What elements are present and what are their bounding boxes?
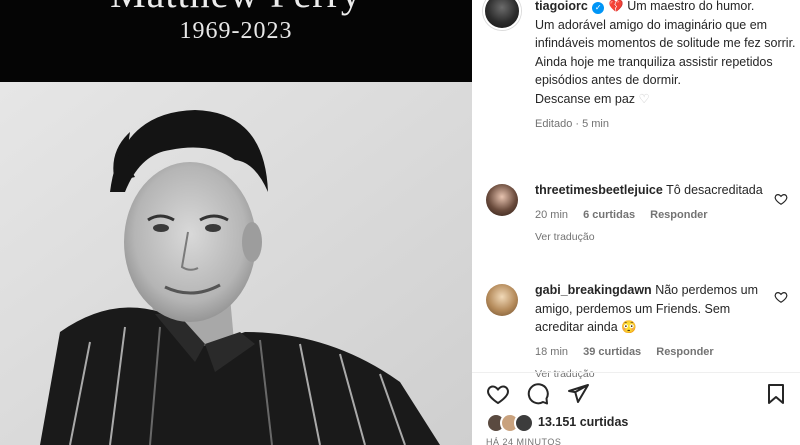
commenter-avatar[interactable]: [486, 284, 518, 316]
comment-heart-icon[interactable]: [774, 192, 788, 206]
author-avatar[interactable]: [483, 0, 521, 30]
comment-heart-icon[interactable]: [774, 290, 788, 304]
comment-meta: 18 min 39 curtidas Responder: [535, 343, 767, 362]
caption-line: Um adorável amigo do imaginário que em i…: [535, 17, 796, 51]
verified-badge-icon: ✓: [592, 2, 605, 14]
portrait-photo: [0, 82, 472, 445]
share-icon[interactable]: [566, 382, 590, 406]
white-heart-icon: ♡: [638, 91, 650, 106]
liker-avatar[interactable]: [514, 413, 534, 433]
author-username[interactable]: tiagoiorc: [535, 0, 588, 13]
caption-first-line: Um maestro do humor.: [627, 0, 755, 13]
flushed-emoji-icon: 😳: [621, 320, 637, 334]
edited-label: Editado: [535, 118, 573, 130]
comment-text: Tô desacreditada: [666, 183, 763, 197]
likes-word: curtidas: [579, 415, 629, 429]
broken-heart-icon: 💔: [608, 0, 624, 13]
comment-body: threetimesbeetlejuice Tô desacreditada 2…: [535, 181, 767, 247]
commenter-avatar[interactable]: [486, 184, 518, 216]
edited-meta: Editado · 5 min: [535, 118, 609, 130]
post-time: HÁ 24 MINUTOS: [486, 437, 562, 445]
divider: [472, 372, 800, 373]
comment-time: 18 min: [535, 345, 569, 358]
comment-meta: 20 min 6 curtidas Responder: [535, 206, 767, 225]
comment-likes[interactable]: 39 curtidas: [583, 346, 641, 358]
post-caption: tiagoiorc ✓ 💔 Um maestro do humor. Um ad…: [535, 0, 797, 134]
comment-body: gabi_breakingdawn Não perdemos um amigo,…: [535, 281, 767, 384]
edited-time: 5 min: [582, 118, 609, 130]
caption-line: Descanse em paz: [535, 91, 636, 106]
commenter-username[interactable]: threetimesbeetlejuice: [535, 183, 663, 197]
comment-icon[interactable]: [526, 382, 550, 406]
likes-count[interactable]: 13.151 curtidas: [538, 415, 628, 429]
action-bar: [486, 382, 796, 408]
bookmark-icon[interactable]: [764, 382, 788, 406]
see-translation-link[interactable]: Ver tradução: [535, 228, 767, 247]
post-image[interactable]: Matthew Perry 1969-2023: [0, 0, 472, 445]
see-translation-link[interactable]: Ver tradução: [535, 365, 767, 384]
likes-number: 13.151: [538, 415, 577, 429]
post-side-panel: tiagoiorc ✓ 💔 Um maestro do humor. Um ad…: [472, 0, 800, 445]
heart-icon[interactable]: [486, 382, 510, 406]
banner-years: 1969-2023: [179, 18, 293, 44]
comment-likes[interactable]: 6 curtidas: [583, 209, 635, 221]
memorial-banner: Matthew Perry 1969-2023: [0, 0, 472, 82]
comment-time: 20 min: [535, 208, 569, 221]
likes-row: 13.151 curtidas: [486, 413, 786, 435]
reply-button[interactable]: Responder: [656, 346, 713, 358]
commenter-username[interactable]: gabi_breakingdawn: [535, 283, 652, 297]
banner-name: Matthew Perry: [0, 0, 472, 17]
reply-button[interactable]: Responder: [650, 209, 707, 221]
caption-line: Ainda hoje me tranquiliza assistir repet…: [535, 54, 773, 88]
